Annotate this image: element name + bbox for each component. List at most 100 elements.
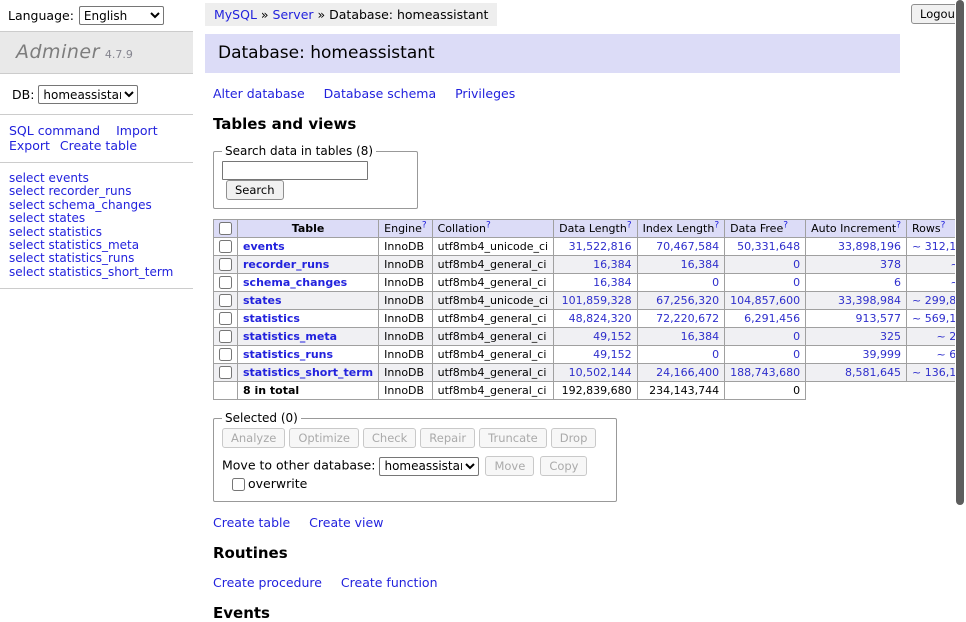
create-table-link[interactable]: Create table [213,515,290,530]
help-icon[interactable]: ? [941,220,946,230]
bulk-check-button[interactable]: Check [363,428,416,448]
import-link[interactable]: Import [116,123,158,138]
search-input[interactable] [222,161,368,180]
row-checkbox[interactable] [219,258,232,271]
engine-cell: InnoDB [379,364,432,382]
search-button[interactable]: Search [226,180,284,200]
overwrite-label: overwrite [248,476,307,491]
export-link[interactable]: Export [9,138,50,153]
column-header: Data Free? [725,220,806,238]
breadcrumb-separator: » [257,7,273,22]
auto-increment-cell: 8,581,645 [806,364,907,382]
collation-cell: utf8mb4_unicode_ci [432,292,553,310]
auto-increment-cell: 33,398,984 [806,292,907,310]
sidebar-select-link[interactable]: select statistics [9,226,193,239]
total-collation-cell: utf8mb4_general_ci [432,382,553,400]
sidebar-select-link[interactable]: select events [9,172,193,185]
row-checkbox[interactable] [219,366,232,379]
sidebar-select-link[interactable]: select statistics_meta [9,239,193,252]
data-free-cell: 188,743,680 [725,364,806,382]
help-icon[interactable]: ? [714,220,719,230]
table-name-cell: statistics_runs [238,346,379,364]
row-check-cell [214,310,238,328]
column-header: Collation? [432,220,553,238]
total-row: 8 in totalInnoDButf8mb4_general_ci192,83… [214,382,966,400]
scrollbar-thumb[interactable] [956,0,964,505]
table-name-link[interactable]: statistics [243,312,300,325]
bulk-optimize-button[interactable]: Optimize [289,428,359,448]
total-data-length-cell: 192,839,680 [554,382,637,400]
bulk-analyze-button[interactable]: Analyze [222,428,285,448]
app-version-link[interactable]: 4.7.9 [105,48,133,61]
table-name-link[interactable]: statistics_runs [243,348,333,361]
help-icon[interactable]: ? [783,220,788,230]
create-table-link[interactable]: Create table [60,138,137,153]
sidebar-select-link[interactable]: select schema_changes [9,199,193,212]
row-checkbox[interactable] [219,240,232,253]
total-empty-cell [214,382,238,400]
column-header: Auto Increment? [806,220,907,238]
collation-cell: utf8mb4_general_ci [432,310,553,328]
sql-command-link[interactable]: SQL command [9,123,100,138]
engine-cell: InnoDB [379,328,432,346]
breadcrumb-item: Database: homeassistant [329,7,488,22]
data-length-cell: 16,384 [554,274,637,292]
auto-increment-cell: 913,577 [806,310,907,328]
engine-cell: InnoDB [379,274,432,292]
table-name-link[interactable]: statistics_meta [243,330,337,343]
move-button[interactable]: Move [485,456,534,476]
help-icon[interactable]: ? [486,220,491,230]
scrollbar[interactable] [955,0,966,543]
table-name-link[interactable]: schema_changes [243,276,347,289]
table-name-link[interactable]: events [243,240,285,253]
table-name-cell: events [238,238,379,256]
row-checkbox[interactable] [219,312,232,325]
breadcrumb-item[interactable]: Server [273,7,314,22]
search-legend: Search data in tables (8) [222,144,376,158]
move-db-select[interactable]: homeassistant [379,457,479,476]
overwrite-checkbox[interactable] [232,478,245,491]
selected-legend: Selected (0) [222,411,301,425]
privileges-link[interactable]: Privileges [455,86,515,101]
row-checkbox[interactable] [219,276,232,289]
db-select[interactable]: homeassistant [38,85,138,104]
bulk-truncate-button[interactable]: Truncate [479,428,547,448]
sidebar: Language:English Adminer4.7.9 DB:homeass… [0,0,193,289]
table-name-link[interactable]: statistics_short_term [243,366,373,379]
table-name-cell: states [238,292,379,310]
engine-cell: InnoDB [379,256,432,274]
table-name-link[interactable]: recorder_runs [243,258,329,271]
breadcrumb-item[interactable]: MySQL [214,7,257,22]
db-label: DB: [12,87,34,102]
create-function-link[interactable]: Create function [341,575,438,590]
language-select[interactable]: English [79,6,164,25]
row-checkbox[interactable] [219,330,232,343]
sidebar-select-link[interactable]: select statistics_runs [9,252,193,265]
column-header: Index Length? [637,220,725,238]
create-procedure-link[interactable]: Create procedure [213,575,322,590]
sidebar-select-link[interactable]: select statistics_short_term [9,266,193,279]
create-view-link[interactable]: Create view [309,515,383,530]
help-icon[interactable]: ? [627,220,632,230]
row-checkbox[interactable] [219,348,232,361]
sidebar-table-links: select eventsselect recorder_runsselect … [0,163,193,288]
bulk-repair-button[interactable]: Repair [420,428,475,448]
help-icon[interactable]: ? [896,220,901,230]
help-icon[interactable]: ? [422,220,427,230]
move-row: Move to other database:homeassistantMove… [222,456,608,491]
data-free-cell: 6,291,456 [725,310,806,328]
sidebar-select-link[interactable]: select recorder_runs [9,185,193,198]
data-length-cell: 48,824,320 [554,310,637,328]
sidebar-select-link[interactable]: select states [9,212,193,225]
alter-database-link[interactable]: Alter database [213,86,305,101]
row-check-cell [214,292,238,310]
copy-button[interactable]: Copy [540,456,587,476]
row-checkbox[interactable] [219,294,232,307]
row-check-cell [214,238,238,256]
select-all-checkbox[interactable] [219,222,232,235]
database-schema-link[interactable]: Database schema [324,86,436,101]
table-name-link[interactable]: states [243,294,282,307]
auto-increment-cell: 6 [806,274,907,292]
bulk-drop-button[interactable]: Drop [551,428,597,448]
table-row: recorder_runsInnoDButf8mb4_general_ci16,… [214,256,966,274]
